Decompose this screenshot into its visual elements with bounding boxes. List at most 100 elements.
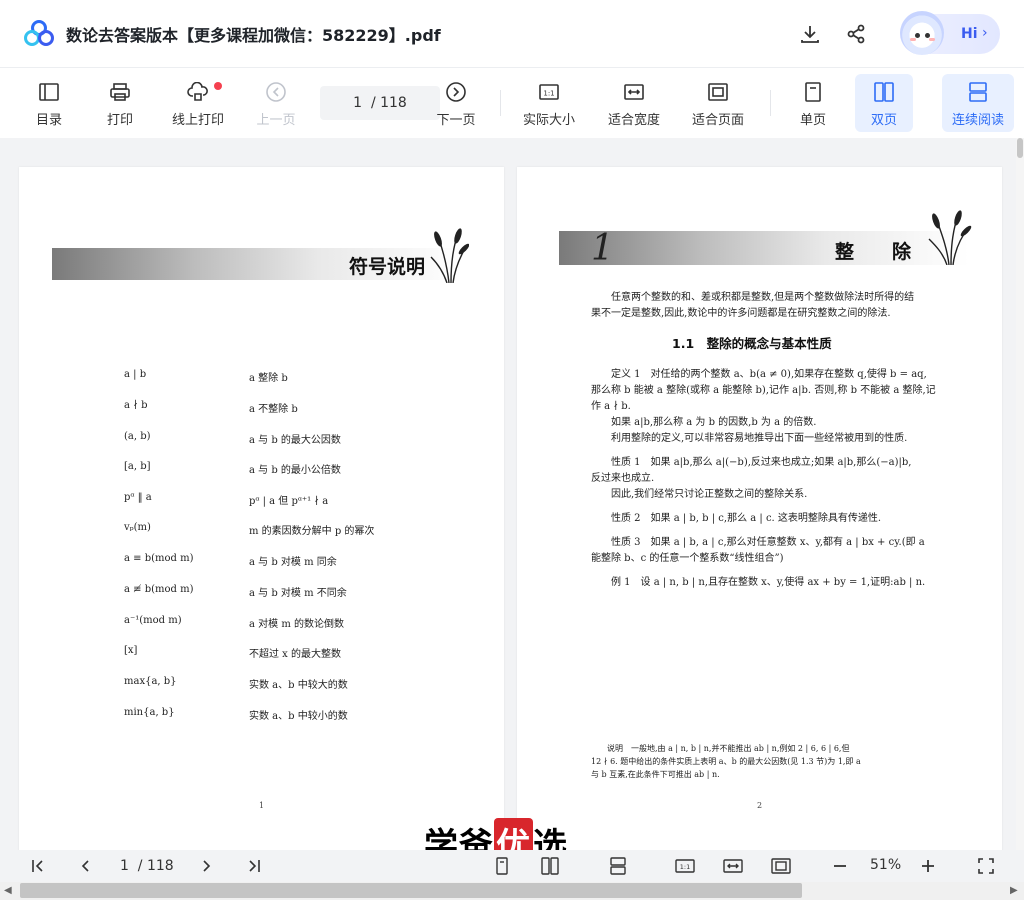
page-number: 1: [259, 801, 265, 810]
pdf-page-1: 符号说明 a | b a 整除 b a ∤ b a 不整除 b (a, b) a…: [19, 167, 504, 850]
single-page-button[interactable]: 单页: [790, 74, 836, 132]
toolbar: 目录 打印 线上打印 上一页 1 / 118 下一页 1:1 实际大小 适合宽度…: [0, 68, 1024, 138]
symbol-row-desc: 实数 a、b 中较小的数: [249, 711, 348, 722]
zoom-in-icon[interactable]: [918, 856, 938, 876]
print-label: 打印: [106, 113, 133, 128]
fit-page-label: 适合页面: [691, 113, 744, 128]
fit-width-small-icon[interactable]: [723, 856, 743, 876]
actual-size-button[interactable]: 1:1 实际大小: [518, 74, 580, 132]
assistant-avatar: [900, 11, 944, 55]
symbol-row-desc: a 与 b 对模 m 同余: [249, 557, 337, 568]
notification-dot: [214, 82, 222, 90]
symbol-row-desc: 实数 a、b 中较大的数: [249, 680, 348, 691]
reed-decoration-icon: [430, 228, 469, 283]
body-line: 性质 1 如果 a|b,那么 a|(−b),反过来也成立;如果 a|b,那么(−…: [611, 457, 912, 468]
symbol-row-symbol: (a, b): [124, 431, 151, 442]
prev-page-button[interactable]: 上一页: [252, 74, 300, 132]
toc-label: 目录: [35, 113, 62, 128]
bottom-page-indicator[interactable]: 1 / 118: [120, 858, 174, 874]
next-page-small-icon[interactable]: [196, 856, 216, 876]
intro-line: 果不一定是整数,因此,数论中的许多问题都是在研究整数之间的除法.: [591, 308, 891, 319]
banner-title: 符号说明: [349, 256, 426, 278]
actual-size-small-icon[interactable]: 1:1: [675, 856, 695, 876]
pdf-page-2: 1 整 除 任意两个整数的和、差或积都是整数,但是两个整数做除法时所得的结 果不…: [517, 167, 1002, 850]
body-line: 那么称 b 能被 a 整除(或称 a 能整除 b),记作 a|b. 否则,称 b…: [591, 385, 936, 396]
fit-page-small-icon[interactable]: [771, 856, 791, 876]
next-page-label: 下一页: [436, 113, 476, 128]
body-line: 例 1 设 a | n, b | n,且存在整数 x、y,使得 ax + by …: [611, 577, 926, 588]
fit-page-icon: [706, 80, 730, 104]
actual-size-icon: 1:1: [537, 80, 561, 104]
symbol-row-symbol: max{a, b}: [124, 676, 177, 687]
chapter-title: 整 除: [835, 241, 912, 263]
body-line: 性质 2 如果 a | b, b | c,那么 a | c. 这表明整除具有传递…: [611, 513, 882, 524]
toc-button[interactable]: 目录: [28, 74, 70, 132]
cloud-print-icon: [186, 80, 210, 104]
note-line: 与 b 互素,在此条件下可推出 ab | n.: [591, 770, 720, 779]
symbol-row-desc: m 的素因数分解中 p 的幂次: [249, 526, 375, 537]
svg-text:1:1: 1:1: [543, 90, 554, 98]
vertical-scrollbar[interactable]: [1016, 138, 1024, 850]
svg-text:1:1: 1:1: [680, 863, 690, 871]
symbol-row-symbol: vₚ(m): [124, 522, 151, 533]
toc-icon: [37, 80, 61, 104]
symbol-row-desc: a 与 b 的最小公倍数: [249, 465, 341, 476]
symbol-row-desc: pᵅ | a 但 pᵅ⁺¹ ∤ a: [249, 496, 329, 507]
title-bar: 数论去答案版本【更多课程加微信：582229】.pdf Hi ›: [0, 0, 1024, 68]
double-page-button[interactable]: 双页: [855, 74, 913, 132]
fullscreen-icon[interactable]: [976, 856, 996, 876]
share-icon[interactable]: [842, 20, 870, 48]
symbol-row-desc: a 不整除 b: [249, 404, 298, 415]
symbol-row-desc: 不超过 x 的最大整数: [249, 649, 341, 660]
continuous-read-label: 连续阅读: [951, 113, 1004, 128]
symbol-row-symbol: [a, b]: [124, 461, 151, 472]
document-viewer[interactable]: 符号说明 a | b a 整除 b a ∤ b a 不整除 b (a, b) a…: [0, 138, 1016, 850]
chapter-number: 1: [591, 228, 614, 269]
zoom-level[interactable]: 51%: [870, 857, 901, 873]
body-line: 性质 3 如果 a | b, a | c,那么对任意整数 x、y,都有 a | …: [611, 537, 925, 548]
next-page-button[interactable]: 下一页: [432, 74, 480, 132]
bottom-bar: 1 / 118 1:1 51%: [0, 850, 1024, 882]
symbol-row-desc: a 整除 b: [249, 373, 288, 384]
symbol-row-symbol: a ≢ b(mod m): [124, 584, 194, 595]
next-page-icon: [444, 80, 468, 104]
fit-page-button[interactable]: 适合页面: [686, 74, 750, 132]
print-button[interactable]: 打印: [100, 74, 140, 132]
prev-page-small-icon[interactable]: [76, 856, 96, 876]
first-page-icon[interactable]: [28, 856, 48, 876]
online-print-button[interactable]: 线上打印: [166, 74, 230, 132]
symbol-row-symbol: a ≡ b(mod m): [124, 553, 194, 564]
online-print-label: 线上打印: [171, 113, 224, 128]
symbol-row-symbol: min{a, b}: [124, 707, 175, 718]
scroll-right-icon[interactable]: ▶: [1010, 885, 1018, 896]
single-page-icon: [801, 80, 825, 104]
single-page-small-icon[interactable]: [492, 856, 512, 876]
symbol-row-symbol: a ∤ b: [124, 400, 148, 411]
page-number-input[interactable]: 1 / 118: [320, 86, 440, 120]
horizontal-scrollbar[interactable]: ◀ ▶: [0, 882, 1024, 900]
vertical-scroll-thumb[interactable]: [1017, 138, 1023, 158]
scroll-left-icon[interactable]: ◀: [4, 885, 12, 896]
zoom-out-icon[interactable]: [830, 856, 850, 876]
symbol-row-symbol: [x]: [124, 645, 138, 656]
continuous-small-icon[interactable]: [608, 856, 628, 876]
fit-width-icon: [622, 80, 646, 104]
download-icon[interactable]: [796, 20, 824, 48]
prev-page-label: 上一页: [256, 113, 296, 128]
last-page-icon[interactable]: [244, 856, 264, 876]
assistant-hi-button[interactable]: Hi ›: [900, 11, 1000, 55]
body-line: 因此,我们经常只讨论正整数之间的整除关系.: [611, 489, 808, 500]
symbol-row-symbol: a⁻¹(mod m): [124, 615, 182, 626]
continuous-read-button[interactable]: 连续阅读: [942, 74, 1014, 132]
double-page-label: 双页: [870, 113, 897, 128]
document-title: 数论去答案版本【更多课程加微信：582229】.pdf: [66, 26, 441, 45]
symbol-row-symbol: a | b: [124, 369, 147, 380]
intro-line: 任意两个整数的和、差或积都是整数,但是两个整数做除法时所得的结: [611, 292, 915, 303]
fit-width-button[interactable]: 适合宽度: [602, 74, 666, 132]
hi-label: Hi: [961, 26, 978, 42]
double-page-small-icon[interactable]: [540, 856, 560, 876]
symbol-row-symbol: pᵅ ‖ a: [124, 492, 152, 503]
horizontal-scroll-thumb[interactable]: [20, 883, 802, 898]
body-line: 能整除 b、c 的任意一个整系数“线性组合”): [591, 553, 784, 564]
symbol-row-desc: a 与 b 对模 m 不同余: [249, 588, 347, 599]
